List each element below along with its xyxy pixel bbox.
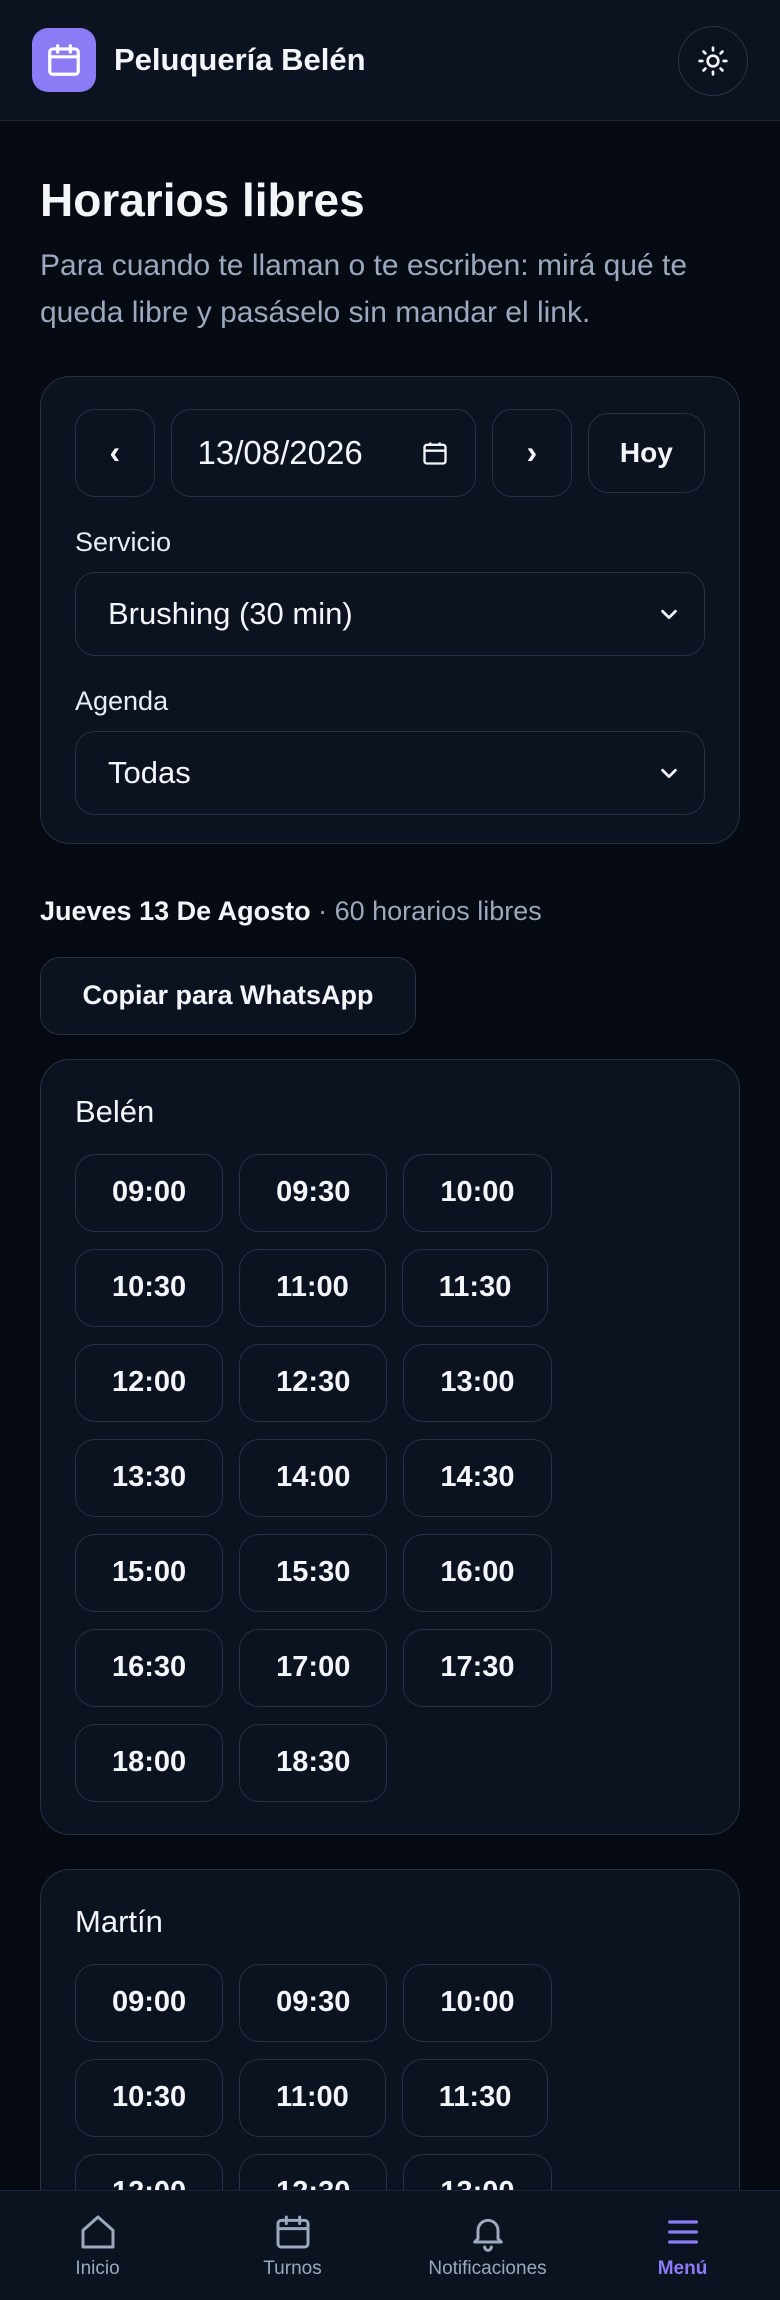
time-slot-button[interactable]: 14:00	[239, 1438, 388, 1517]
home-icon	[81, 2215, 114, 2248]
bell-icon	[472, 2218, 503, 2252]
agenda-select[interactable]: Todas	[75, 730, 705, 815]
time-slot-button[interactable]: 16:30	[75, 1628, 224, 1707]
time-slot-button[interactable]: 09:30	[239, 1963, 388, 2042]
filters-card: ‹ 13/08/2026 › Hoy Servicio Brushing (30…	[40, 375, 740, 844]
copy-whatsapp-button[interactable]: Copiar para WhatsApp	[40, 956, 416, 1035]
time-slot-button[interactable]: 18:30	[239, 1723, 388, 1802]
date-value: 13/08/2026	[197, 433, 363, 471]
service-value: Brushing (30 min)	[108, 595, 353, 631]
nav-item-inicio[interactable]: Inicio	[0, 2212, 195, 2280]
agenda-list: Belén 09:00 09:30 10:00 10:30 11:00 11:30 12:00…	[40, 1058, 740, 2265]
app-header: Peluquería Belén	[0, 0, 780, 121]
menu-icon	[667, 2219, 698, 2244]
date-row: ‹ 13/08/2026 › Hoy	[75, 408, 706, 497]
time-slot-button[interactable]: 14:30	[403, 1438, 552, 1517]
time-slot-button[interactable]: 13:00	[403, 1343, 552, 1422]
time-slot-button[interactable]: 10:30	[75, 1248, 224, 1327]
time-slot-button[interactable]: 11:30	[401, 2058, 549, 2137]
theme-toggle-button[interactable]	[678, 26, 748, 96]
time-slot-button[interactable]: 11:30	[401, 1248, 549, 1327]
next-day-button[interactable]: ›	[492, 408, 572, 497]
time-slot-button[interactable]: 09:00	[75, 1963, 224, 2042]
main-content: Horarios libres Para cuando te llaman o …	[40, 121, 740, 2265]
agenda-name: Belén	[75, 1093, 155, 1129]
time-slot-button[interactable]: 10:00	[403, 1153, 552, 1232]
service-label: Servicio	[75, 526, 172, 557]
time-slot-button[interactable]: 17:30	[403, 1628, 552, 1707]
time-slot-button[interactable]: 09:00	[75, 1153, 224, 1232]
nav-item-menu[interactable]: Menú	[585, 2212, 780, 2280]
agenda-card: Belén 09:00 09:30 10:00 10:30 11:00 11:30 12:00…	[40, 1058, 740, 1835]
date-input[interactable]: 13/08/2026	[170, 408, 477, 497]
chevron-down-icon	[661, 768, 677, 778]
time-slot-button[interactable]: 09:30	[239, 1153, 388, 1232]
time-slot-button[interactable]: 13:30	[75, 1438, 224, 1517]
availability-summary: Jueves 13 De Agosto · 60 horarios libres	[40, 896, 740, 927]
calendar-picker-icon[interactable]	[421, 439, 449, 467]
page-subtitle: Para cuando te llaman o te escriben: mir…	[40, 248, 688, 329]
nav-label: Notificaciones	[428, 2257, 547, 2279]
time-slot-button[interactable]: 10:00	[403, 1963, 552, 2042]
time-slot-button[interactable]: 10:30	[75, 2058, 224, 2137]
nav-item-turnos[interactable]: Turnos	[195, 2212, 390, 2280]
logo	[32, 28, 96, 92]
summary-count: · 60 horarios libres	[318, 895, 542, 926]
agenda-value: Todas	[108, 754, 191, 790]
slot-grid: 09:0009:3010:00 10:3011:0011:30 12:0012:30…	[75, 1153, 595, 1802]
prev-day-button[interactable]: ‹	[75, 408, 155, 497]
chevron-down-icon	[661, 609, 677, 619]
calendar-icon	[48, 44, 80, 76]
bottom-nav: Inicio Turnos Notificaciones Menú	[0, 2190, 780, 2300]
time-slot-button[interactable]: 18:00	[75, 1723, 224, 1802]
summary-day: Jueves 13 De Agosto	[40, 895, 311, 926]
time-slot-button[interactable]: 11:00	[239, 1248, 386, 1327]
calendar-icon	[276, 2215, 309, 2248]
nav-label: Turnos	[263, 2257, 322, 2279]
time-slot-button[interactable]: 15:30	[239, 1533, 388, 1612]
agenda-label: Agenda	[75, 685, 169, 716]
time-slot-button[interactable]: 17:00	[239, 1628, 388, 1707]
nav-label: Inicio	[75, 2257, 120, 2279]
agenda-name: Martín	[75, 1903, 163, 1939]
nav-item-notificaciones[interactable]: Notificaciones	[390, 2212, 585, 2280]
time-slot-button[interactable]: 11:00	[239, 2058, 386, 2137]
brand-name: Peluquería Belén	[114, 42, 366, 77]
time-slot-button[interactable]: 12:00	[75, 1343, 224, 1422]
nav-label: Menú	[657, 2257, 708, 2279]
time-slot-button[interactable]: 15:00	[75, 1533, 224, 1612]
today-button[interactable]: Hoy	[587, 412, 706, 493]
service-select[interactable]: Brushing (30 min)	[75, 571, 705, 656]
page-title: Horarios libres	[40, 174, 365, 226]
time-slot-button[interactable]: 16:00	[403, 1533, 552, 1612]
sun-icon	[698, 46, 728, 76]
time-slot-button[interactable]: 12:30	[239, 1343, 388, 1422]
